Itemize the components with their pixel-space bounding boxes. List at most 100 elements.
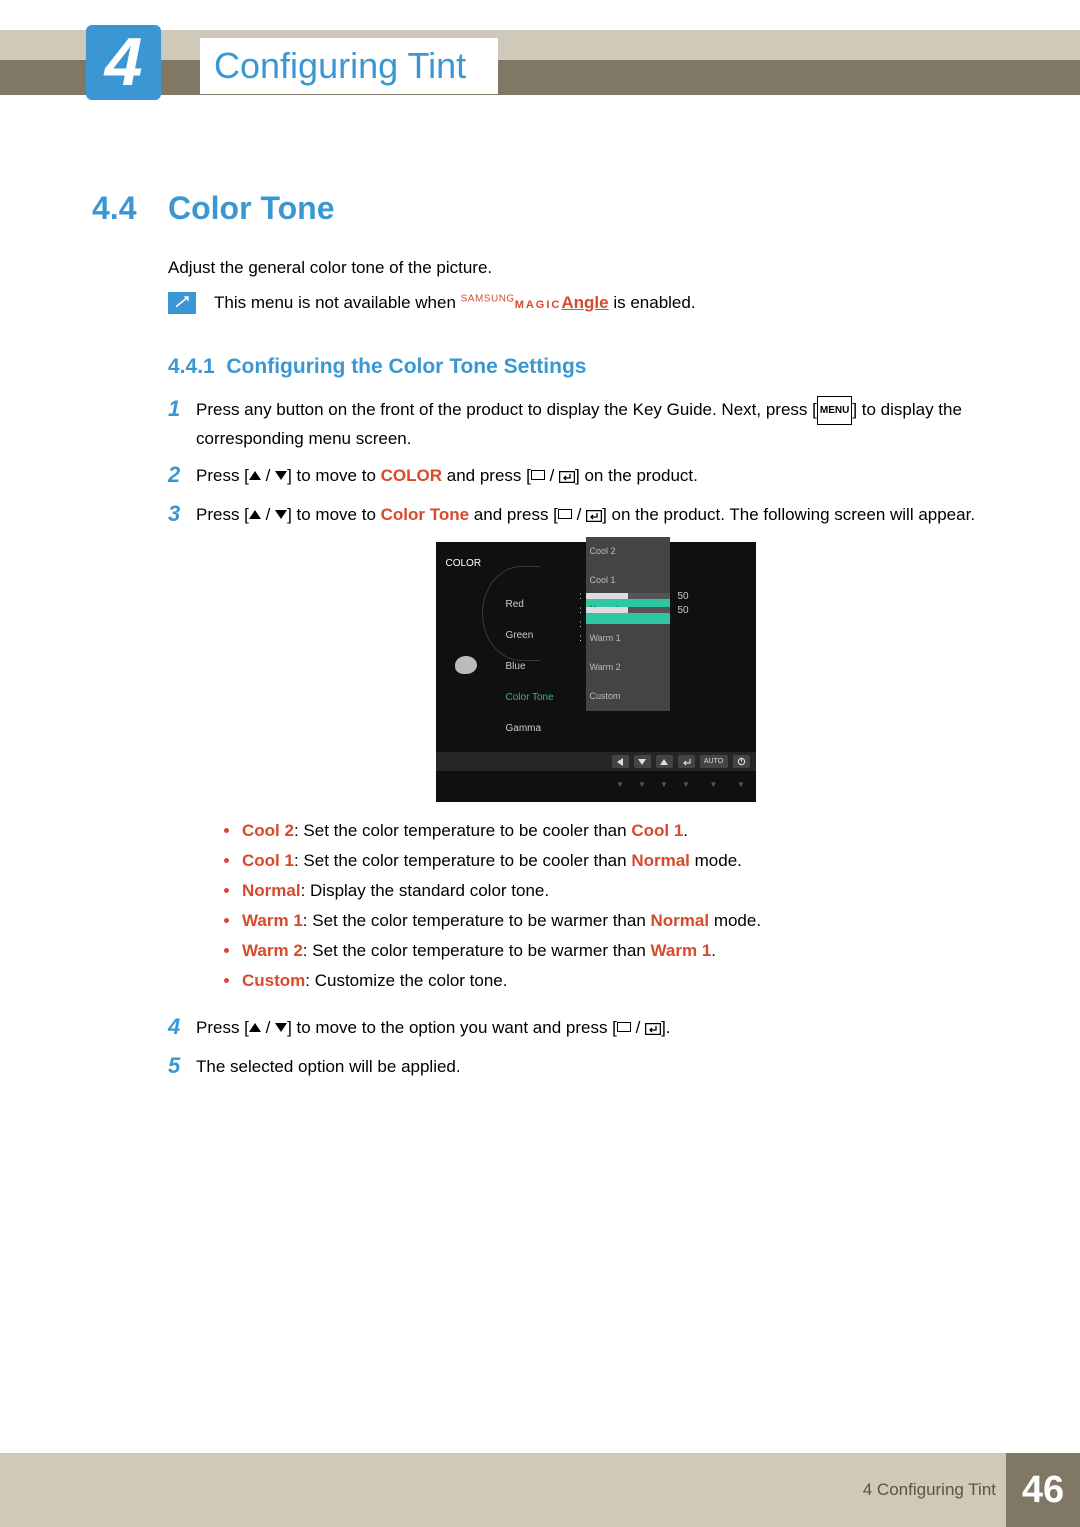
note-text: This menu is not available when SAMSUNGM… [214, 293, 696, 313]
step-4: 4 Press [ / ] to move to the option you … [168, 1014, 995, 1043]
step-body: Press [ / ] to move to COLOR and press [… [196, 462, 995, 491]
bullet-desc: : Set the color temperature to be cooler… [294, 821, 631, 840]
bullet-desc: : Customize the color tone. [305, 971, 507, 990]
step-text: Press [ [196, 466, 249, 485]
osd-option-warm2: Warm 2 [586, 653, 670, 682]
step-body: Press [ / ] to move to the option you wa… [196, 1014, 995, 1043]
step-number: 5 [168, 1053, 196, 1080]
bullet-end: mode. [690, 851, 742, 870]
bullet-desc: : Set the color temperature to be warmer… [303, 911, 651, 930]
osd-footer-left-icon [612, 755, 629, 768]
color-keyword: COLOR [381, 466, 442, 485]
note-suffix: is enabled. [609, 293, 696, 312]
step-text: ] to move to the option you want and pre… [287, 1018, 617, 1037]
bullet-ref: Normal [651, 911, 710, 930]
rect-button-icon [531, 470, 545, 480]
step-body: Press any button on the front of the pro… [196, 396, 995, 452]
option-descriptions: Cool 2: Set the color temperature to be … [224, 816, 995, 996]
osd-screenshot: COLOR Red Green Blue Color Tone Gamma :5… [436, 542, 756, 802]
chapter-title: Configuring Tint [200, 38, 498, 94]
bullet-cool2: Cool 2: Set the color temperature to be … [224, 816, 995, 846]
step-body: Press [ / ] to move to Color Tone and pr… [196, 501, 995, 1004]
step-text: and press [ [442, 466, 531, 485]
step-text: ] to move to [287, 505, 381, 524]
step-text: ] on the product. The following screen w… [602, 505, 975, 524]
note-samsung: SAMSUNG [461, 293, 515, 304]
step-3: 3 Press [ / ] to move to Color Tone and … [168, 501, 995, 1004]
down-arrow-icon [275, 510, 287, 519]
step-text: Press [ [196, 505, 249, 524]
step-5: 5 The selected option will be applied. [168, 1053, 995, 1080]
header-band-light [0, 30, 1080, 60]
subsection-number: 4.4.1 [168, 355, 215, 378]
color-tone-keyword: Color Tone [381, 505, 469, 524]
bullet-ref: Normal [631, 851, 690, 870]
osd-footer-down-icon [634, 755, 651, 768]
section-title: Color Tone [168, 190, 335, 227]
note-magic: MAGIC [515, 299, 562, 311]
bullet-term: Warm 1 [242, 911, 303, 930]
bullet-ref: Warm 1 [651, 941, 712, 960]
step-text: Press [ [196, 1018, 249, 1037]
bullet-term: Normal [242, 881, 301, 900]
enter-button-icon [645, 1016, 661, 1043]
step-number: 4 [168, 1014, 196, 1043]
subsection-name: Configuring the Color Tone Settings [226, 355, 586, 378]
osd-green-value: 50 [678, 597, 704, 624]
up-arrow-icon [249, 1023, 261, 1032]
bullet-desc: : Set the color temperature to be cooler… [294, 851, 631, 870]
menu-button-icon: MENU [817, 396, 852, 425]
osd-footer-marks: ▼▼▼▼▼▼ [436, 771, 756, 802]
note-angle: Angle [561, 293, 608, 312]
step-2: 2 Press [ / ] to move to COLOR and press… [168, 462, 995, 491]
step-number: 3 [168, 501, 196, 1004]
step-body: The selected option will be applied. [196, 1053, 995, 1080]
section-intro: Adjust the general color tone of the pic… [168, 258, 492, 278]
down-arrow-icon [275, 471, 287, 480]
bullet-term: Warm 2 [242, 941, 303, 960]
osd-option-custom: Custom [586, 682, 670, 711]
step-text: and press [ [469, 505, 558, 524]
bullet-warm1: Warm 1: Set the color temperature to be … [224, 906, 995, 936]
page-number: 46 [1006, 1453, 1080, 1527]
section-number: 4.4 [92, 190, 136, 227]
up-arrow-icon [249, 471, 261, 480]
osd-footer-auto: AUTO [700, 755, 728, 768]
step-number: 1 [168, 396, 196, 452]
osd-dropdown: Cool 2 Cool 1 Normal Warm 1 Warm 2 Custo… [586, 537, 670, 711]
step-number: 2 [168, 462, 196, 491]
step-text: ]. [661, 1018, 670, 1037]
footer-text: 4 Configuring Tint [863, 1453, 996, 1527]
steps-list: 1 Press any button on the front of the p… [168, 396, 995, 1090]
step-text: Press any button on the front of the pro… [196, 400, 817, 419]
osd-option-cool2: Cool 2 [586, 537, 670, 566]
step-text: ] on the product. [575, 466, 698, 485]
bullet-term: Cool 1 [242, 851, 294, 870]
osd-footer-up-icon [656, 755, 673, 768]
bullet-end: . [711, 941, 716, 960]
up-arrow-icon [249, 510, 261, 519]
osd-option-warm1: Warm 1 [586, 624, 670, 653]
bullet-desc: : Display the standard color tone. [301, 881, 550, 900]
note-prefix: This menu is not available when [214, 293, 461, 312]
bullet-ref: Cool 1 [631, 821, 683, 840]
bullet-term: Custom [242, 971, 305, 990]
down-arrow-icon [275, 1023, 287, 1032]
osd-label-gamma: Gamma [486, 713, 576, 744]
bullet-desc: : Set the color temperature to be warmer… [303, 941, 651, 960]
subsection-title: 4.4.1 Configuring the Color Tone Setting… [168, 355, 586, 379]
bullet-custom: Custom: Customize the color tone. [224, 966, 995, 996]
osd-option-cool1: Cool 1 [586, 566, 670, 595]
step-text: ] to move to [287, 466, 381, 485]
note-row: This menu is not available when SAMSUNGM… [168, 292, 696, 314]
osd-values: :50 :50 : Cool 2 Cool 1 Normal Warm 1 Wa… [576, 585, 746, 744]
bullet-cool1: Cool 1: Set the color temperature to be … [224, 846, 995, 876]
osd-label-color-tone: Color Tone [486, 682, 576, 713]
bullet-end: mode. [709, 911, 761, 930]
osd-footer-power-icon [733, 755, 750, 768]
palette-icon [455, 656, 477, 674]
osd-footer-enter-icon [678, 755, 695, 768]
bullet-warm2: Warm 2: Set the color temperature to be … [224, 936, 995, 966]
rect-button-icon [558, 509, 572, 519]
bullet-term: Cool 2 [242, 821, 294, 840]
